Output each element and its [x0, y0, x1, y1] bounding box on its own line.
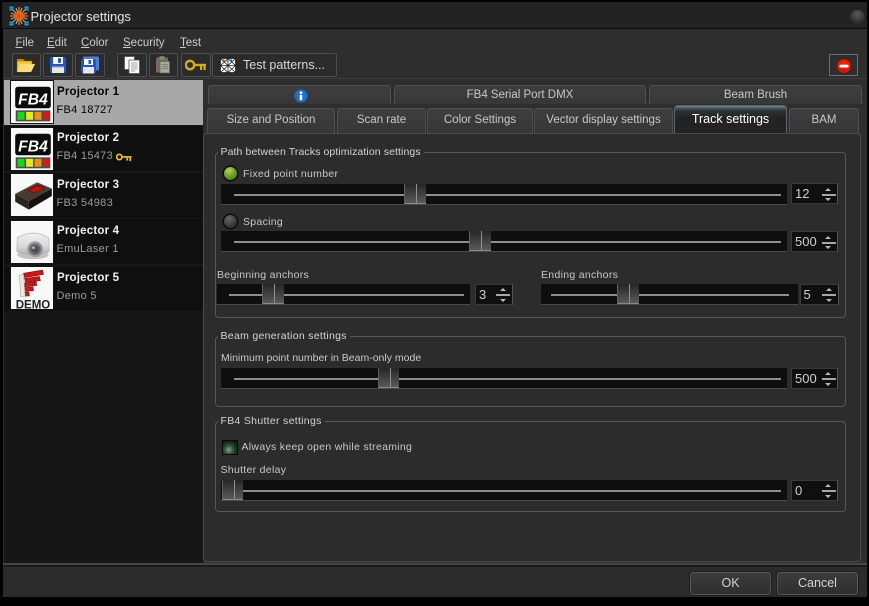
svg-text:FB4: FB4 — [18, 92, 48, 109]
svg-text:DEMO: DEMO — [15, 299, 50, 311]
svg-text:FB4: FB4 — [18, 138, 48, 155]
